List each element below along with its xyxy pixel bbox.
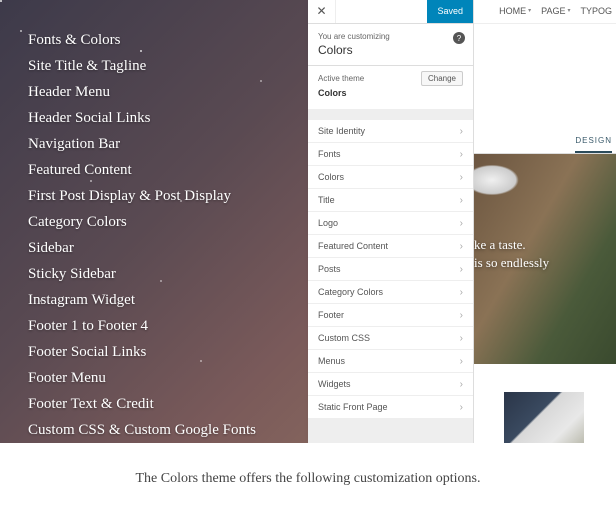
feature-item: Featured Content — [28, 162, 256, 179]
section-fonts[interactable]: Fonts › — [308, 143, 473, 166]
active-theme-value: Colors — [318, 88, 347, 98]
section-label: Title — [318, 195, 335, 205]
feature-item: Footer 1 to Footer 4 — [28, 318, 256, 335]
customizer-topbar: ✕ Saved — [308, 0, 473, 24]
section-label: Category Colors — [318, 287, 383, 297]
coffee-cup-icon — [474, 164, 534, 204]
site-preview: HOME▾ PAGE▾ TYPOG DESIGN ke a taste. is … — [474, 0, 616, 443]
heading-subtext: You are customizing — [318, 32, 463, 41]
section-label: Fonts — [318, 149, 341, 159]
chevron-right-icon: › — [460, 356, 463, 367]
feature-item: Custom CSS & Custom Google Fonts — [28, 422, 256, 439]
chevron-right-icon: › — [460, 264, 463, 275]
section-title[interactable]: Title › — [308, 189, 473, 212]
feature-item: Site Title & Tagline — [28, 58, 256, 75]
section-logo[interactable]: Logo › — [308, 212, 473, 235]
section-label: Footer — [318, 310, 344, 320]
chevron-right-icon: › — [460, 195, 463, 206]
nav-label: HOME — [499, 6, 526, 16]
customizer-heading: You are customizing Colors ? — [308, 24, 473, 66]
section-label: Menus — [318, 356, 345, 366]
screenshot-region: Fonts & Colors Site Title & Tagline Head… — [0, 0, 616, 443]
section-menus[interactable]: Menus › — [308, 350, 473, 373]
chevron-right-icon: › — [460, 310, 463, 321]
spacer — [336, 0, 427, 23]
feature-item: Header Social Links — [28, 110, 256, 127]
chevron-right-icon: › — [460, 241, 463, 252]
nav-label: PAGE — [541, 6, 565, 16]
preview-tab-design[interactable]: DESIGN — [575, 136, 612, 153]
chevron-right-icon: › — [460, 126, 463, 137]
feature-item: Fonts & Colors — [28, 32, 256, 49]
chevron-right-icon: › — [460, 333, 463, 344]
chevron-right-icon: › — [460, 379, 463, 390]
caption-text: The Colors theme offers the following cu… — [0, 443, 616, 487]
heading-title: Colors — [318, 43, 463, 57]
help-button[interactable]: ? — [453, 32, 465, 44]
feature-item: Navigation Bar — [28, 136, 256, 153]
chevron-right-icon: › — [460, 218, 463, 229]
active-theme-box: Active theme Colors Change — [308, 66, 473, 110]
close-button[interactable]: ✕ — [308, 0, 336, 23]
customizer-sections: Site Identity › Fonts › Colors › Title › Log… — [308, 120, 473, 419]
section-static-front-page[interactable]: Static Front Page › — [308, 396, 473, 419]
chevron-right-icon: › — [460, 172, 463, 183]
section-label: Featured Content — [318, 241, 388, 251]
feature-item: Footer Social Links — [28, 344, 256, 361]
saved-button[interactable]: Saved — [427, 0, 473, 23]
feature-item: Category Colors — [28, 214, 256, 231]
feature-list: Fonts & Colors Site Title & Tagline Head… — [28, 32, 256, 443]
customizer-panel: ✕ Saved You are customizing Colors ? Act… — [308, 0, 474, 443]
chevron-down-icon: ▾ — [567, 7, 570, 14]
section-label: Logo — [318, 218, 338, 228]
section-widgets[interactable]: Widgets › — [308, 373, 473, 396]
section-label: Custom CSS — [318, 333, 370, 343]
change-theme-button[interactable]: Change — [421, 71, 463, 86]
chevron-right-icon: › — [460, 287, 463, 298]
avatar-image — [504, 392, 584, 443]
feature-item: Footer Menu — [28, 370, 256, 387]
feature-item: Sidebar — [28, 240, 256, 257]
section-site-identity[interactable]: Site Identity › — [308, 120, 473, 143]
help-icon: ? — [457, 34, 461, 43]
chevron-down-icon: ▾ — [528, 7, 531, 14]
preview-header-area: DESIGN — [474, 24, 616, 154]
section-label: Widgets — [318, 379, 351, 389]
feature-item: Sticky Sidebar — [28, 266, 256, 283]
hero-line-1: ke a taste. — [474, 236, 549, 254]
section-category-colors[interactable]: Category Colors › — [308, 281, 473, 304]
section-footer[interactable]: Footer › — [308, 304, 473, 327]
feature-item: First Post Display & Post Display — [28, 188, 256, 205]
close-icon: ✕ — [316, 4, 326, 18]
section-label: Site Identity — [318, 126, 365, 136]
panel-gap — [308, 110, 473, 120]
preview-nav: HOME▾ PAGE▾ TYPOG — [474, 0, 616, 24]
nav-home[interactable]: HOME▾ — [499, 6, 531, 16]
section-colors[interactable]: Colors › — [308, 166, 473, 189]
feature-item: Footer Text & Credit — [28, 396, 256, 413]
chevron-right-icon: › — [460, 402, 463, 413]
feature-item: Header Menu — [28, 84, 256, 101]
section-label: Colors — [318, 172, 344, 182]
section-posts[interactable]: Posts › — [308, 258, 473, 281]
nav-page[interactable]: PAGE▾ — [541, 6, 570, 16]
section-featured-content[interactable]: Featured Content › — [308, 235, 473, 258]
nav-label: TYPOG — [580, 6, 612, 16]
hero-text: ke a taste. is so endlessly — [474, 236, 549, 271]
hero-line-2: is so endlessly — [474, 254, 549, 272]
section-custom-css[interactable]: Custom CSS › — [308, 327, 473, 350]
nav-typography[interactable]: TYPOG — [580, 6, 612, 16]
section-label: Static Front Page — [318, 402, 388, 412]
preview-hero: ke a taste. is so endlessly — [474, 154, 616, 364]
preview-below — [474, 364, 616, 414]
feature-item: Instagram Widget — [28, 292, 256, 309]
section-label: Posts — [318, 264, 341, 274]
chevron-right-icon: › — [460, 149, 463, 160]
